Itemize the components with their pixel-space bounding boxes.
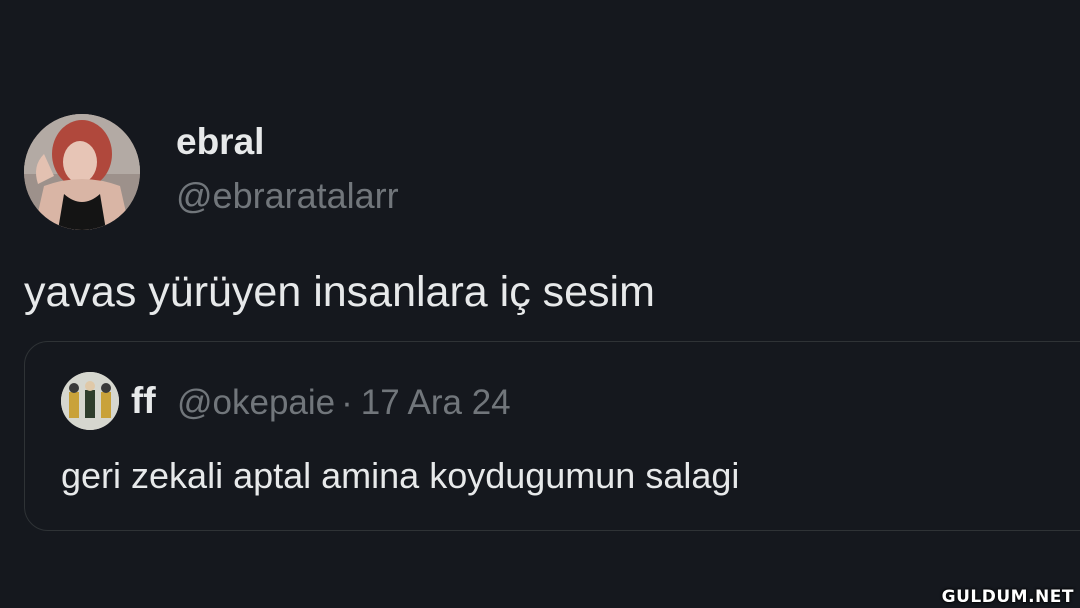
quoted-tweet-card[interactable]: ff @okepaie · 17 Ara 24 geri zekali aptal … (24, 341, 1080, 531)
quoted-tweet-text: geri zekali aptal amina koydugumun salag… (61, 455, 740, 496)
quoted-author-avatar[interactable] (61, 372, 119, 430)
author-display-name[interactable]: ebral (176, 118, 264, 166)
meta-separator: · (341, 383, 353, 422)
author-avatar[interactable] (24, 114, 140, 230)
quoted-display-name[interactable]: ff (131, 378, 156, 424)
watermark: GULDUM.NET (941, 587, 1074, 607)
quoted-date[interactable]: 17 Ara 24 (361, 383, 511, 422)
quoted-avatar-image (61, 372, 119, 430)
quoted-handle[interactable]: @okepaie (177, 383, 335, 422)
quoted-meta: @okepaie · 17 Ara 24 (177, 380, 511, 426)
avatar-photo (24, 114, 140, 230)
tweet-text: yavas yürüyen insanlara iç sesim (24, 268, 655, 316)
author-handle[interactable]: @ebraratalarr (176, 172, 399, 220)
